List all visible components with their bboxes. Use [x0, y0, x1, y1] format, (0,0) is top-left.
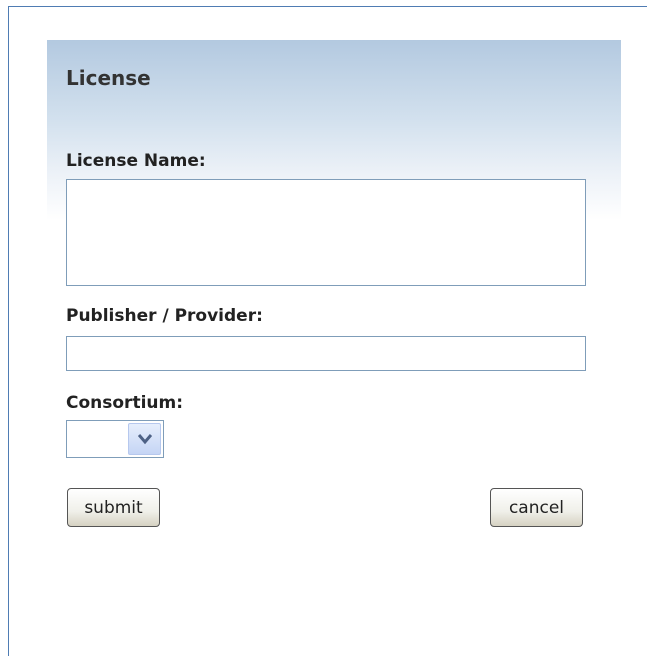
form-title: License [66, 66, 151, 90]
chevron-down-icon [138, 434, 152, 445]
consortium-label: Consortium: [66, 393, 184, 413]
license-name-label: License Name: [66, 151, 206, 171]
consortium-select[interactable] [66, 420, 164, 458]
publisher-provider-field[interactable] [66, 336, 586, 371]
submit-button[interactable]: submit [67, 488, 160, 527]
publisher-provider-label: Publisher / Provider: [66, 306, 263, 326]
consortium-dropdown-button[interactable] [128, 423, 161, 455]
license-name-field[interactable] [66, 179, 586, 286]
cancel-button[interactable]: cancel [490, 488, 583, 527]
